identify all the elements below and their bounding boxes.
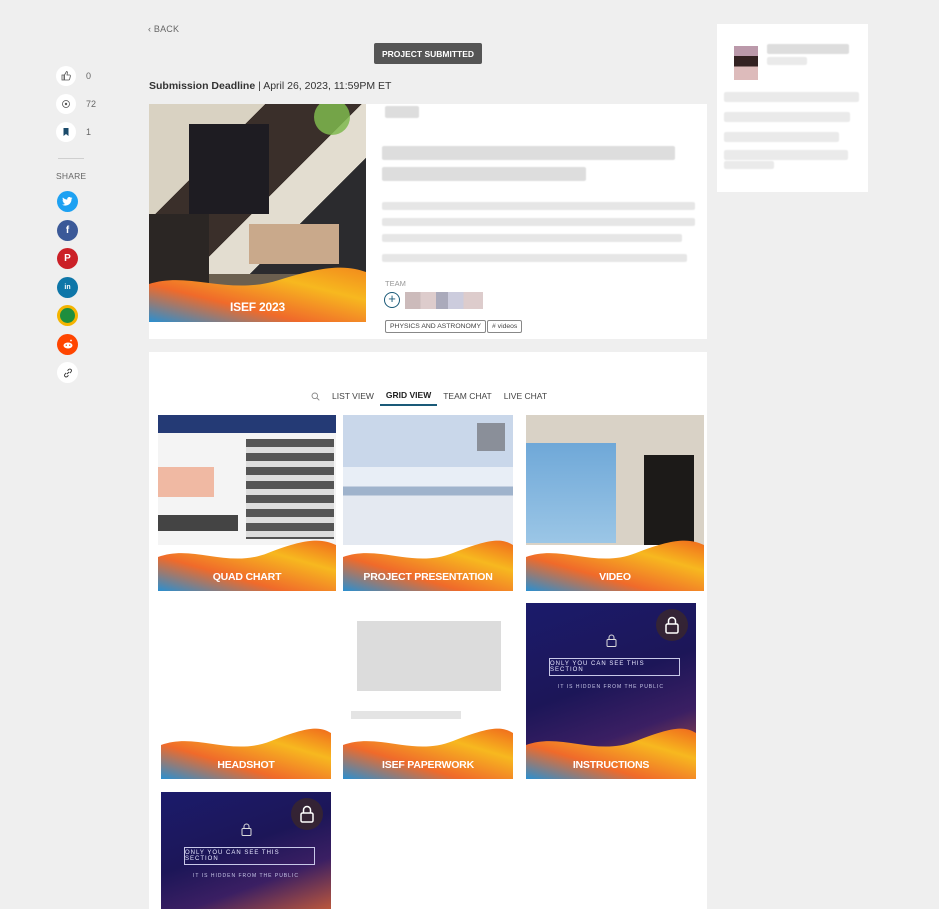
hidden-section-title: ONLY YOU CAN SEE THIS SECTION [549, 658, 680, 676]
tile-hidden[interactable]: ONLY YOU CAN SEE THIS SECTION IT IS HIDD… [161, 792, 331, 909]
tile-video[interactable]: VIDEO [526, 415, 704, 591]
small-lock-icon [241, 823, 252, 836]
linkedin-icon[interactable]: in [57, 276, 78, 298]
small-lock-icon [606, 634, 617, 647]
avatar[interactable] [734, 46, 758, 80]
submission-deadline: Submission Deadline | April 26, 2023, 11… [149, 80, 391, 92]
lock-icon [291, 798, 323, 830]
views-stat: 72 [56, 90, 96, 118]
bookmark-count: 1 [86, 127, 92, 137]
rail-divider [58, 158, 84, 159]
redacted-role [767, 57, 807, 65]
tag-videos[interactable]: # videos [487, 320, 523, 333]
redacted-text-4 [724, 150, 848, 160]
tile-project-presentation[interactable]: PROJECT PRESENTATION [343, 415, 513, 591]
thumbnail-label: ISEF 2023 [230, 300, 285, 314]
tile-isef-paperwork[interactable]: ISEF PAPERWORK [343, 603, 513, 779]
project-page: ‹ BACK PROJECT SUBMITTED Submission Dead… [0, 0, 939, 909]
redacted-desc-4 [382, 254, 687, 262]
redacted-title-line-1 [382, 146, 675, 160]
redacted-desc-3 [382, 234, 682, 242]
hidden-section-subtitle: IT IS HIDDEN FROM THE PUBLIC [193, 873, 299, 879]
redacted-name [767, 44, 849, 54]
views-count: 72 [85, 99, 96, 109]
tile-headshot[interactable]: HEADSHOT [161, 603, 331, 779]
redacted-title-line-2 [382, 167, 586, 181]
redacted-text-1 [724, 92, 859, 102]
tile-label-headshot: HEADSHOT [217, 759, 275, 771]
pinterest-icon[interactable]: P [57, 248, 78, 269]
like-count: 0 [86, 71, 92, 81]
project-thumbnail[interactable]: ISEF 2023 [149, 104, 366, 322]
team-label: TEAM [385, 279, 406, 288]
redacted-desc-2 [382, 218, 695, 226]
redacted-text-3 [724, 132, 839, 142]
redacted-desc-1 [382, 202, 695, 210]
redacted-category [385, 106, 419, 118]
hidden-section-subtitle: IT IS HIDDEN FROM THE PUBLIC [558, 684, 664, 690]
eye-icon [56, 94, 76, 114]
facebook-icon[interactable]: f [57, 219, 78, 241]
tile-label-video: VIDEO [599, 571, 631, 583]
redacted-text-2 [724, 112, 850, 122]
tab-team-chat[interactable]: TEAM CHAT [437, 386, 497, 406]
view-tabs: LIST VIEW GRID VIEW TEAM CHAT LIVE CHAT [305, 386, 553, 406]
sidebar-card [717, 24, 868, 192]
lock-icon [656, 609, 688, 641]
thumbs-up-icon[interactable] [56, 66, 76, 86]
deadline-value: April 26, 2023, 11:59PM ET [263, 80, 392, 92]
tag-physics-and-astronomy[interactable]: PHYSICS AND ASTRONOMY [385, 320, 487, 333]
twitter-icon[interactable] [57, 191, 78, 212]
tile-quad-chart[interactable]: QUAD CHART [158, 415, 336, 591]
redacted-text-5 [724, 161, 774, 169]
share-label: SHARE [56, 171, 87, 181]
bookmark-icon[interactable] [56, 122, 76, 142]
tab-list-view[interactable]: LIST VIEW [326, 386, 380, 406]
back-label: BACK [153, 24, 180, 34]
deadline-separator: | [255, 80, 264, 92]
like-stat[interactable]: 0 [56, 62, 96, 90]
tile-label-instructions: INSTRUCTIONS [572, 759, 650, 771]
tile-label-isef-paperwork: ISEF PAPERWORK [382, 759, 474, 771]
tile-label-project-presentation: PROJECT PRESENTATION [363, 571, 493, 583]
team-avatars[interactable] [405, 292, 483, 309]
deadline-label: Submission Deadline [149, 80, 256, 92]
search-icon[interactable] [305, 386, 326, 406]
copy-link-icon[interactable] [57, 362, 78, 383]
bookmark-stat[interactable]: 1 [56, 118, 96, 146]
tab-live-chat[interactable]: LIVE CHAT [498, 386, 553, 406]
tab-grid-view[interactable]: GRID VIEW [379, 386, 438, 406]
google-classroom-icon[interactable] [57, 305, 78, 326]
hidden-section-title: ONLY YOU CAN SEE THIS SECTION [184, 847, 315, 865]
project-card: ISEF 2023 TEAM + PHYSICS AND ASTRONOMY #… [149, 104, 707, 339]
add-team-member-icon[interactable]: + [384, 292, 400, 308]
submission-panel: LIST VIEW GRID VIEW TEAM CHAT LIVE CHAT … [149, 352, 707, 909]
back-link[interactable]: ‹ BACK [148, 24, 179, 34]
action-rail: 0 72 1 SHARE f P in [56, 62, 96, 391]
reddit-icon[interactable] [57, 333, 78, 355]
tile-label-quad-chart: QUAD CHART [212, 571, 282, 583]
tile-instructions[interactable]: ONLY YOU CAN SEE THIS SECTION IT IS HIDD… [526, 603, 696, 779]
project-submitted-badge: PROJECT SUBMITTED [374, 43, 482, 64]
